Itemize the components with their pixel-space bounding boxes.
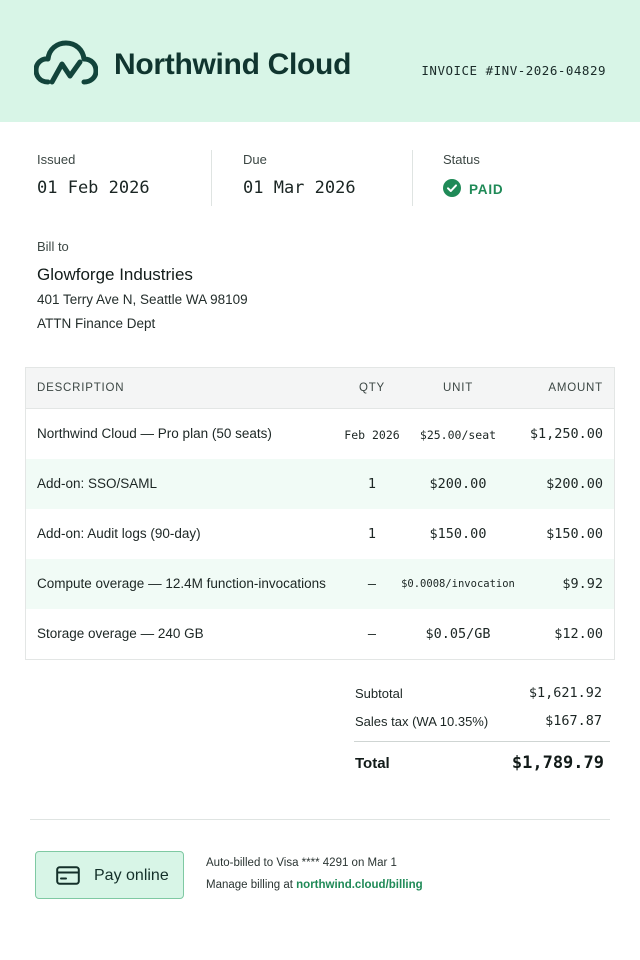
divider bbox=[412, 150, 413, 206]
invoice-header: Northwind Cloud INVOICE #INV-2026-04829 bbox=[0, 0, 640, 122]
issued-date: 01 Feb 2026 bbox=[37, 178, 150, 198]
row-description: Add-on: Audit logs (90-day) bbox=[37, 526, 201, 541]
status-label: Status bbox=[443, 152, 480, 167]
pay-online-label: Pay online bbox=[94, 867, 169, 884]
due-label: Due bbox=[243, 152, 267, 167]
row-amount: $1,250.00 bbox=[529, 426, 603, 442]
row-unit-price: $25.00/seat bbox=[419, 428, 497, 442]
invoice-number: INVOICE #INV-2026-04829 bbox=[421, 63, 606, 78]
status-badge: PAID bbox=[469, 182, 504, 197]
table-row: Add-on: SSO/SAML 1 $200.00 $200.00 bbox=[26, 459, 614, 509]
tax-label: Sales tax (WA 10.35%) bbox=[355, 714, 489, 729]
row-unit-price: $150.00 bbox=[429, 526, 487, 542]
billing-portal-link[interactable]: northwind.cloud/billing bbox=[296, 879, 422, 891]
manage-billing-note: Manage billing at northwind.cloud/billin… bbox=[206, 879, 423, 891]
table-row: Add-on: Audit logs (90-day) 1 $150.00 $1… bbox=[26, 509, 614, 559]
column-header-amount: AMOUNT bbox=[548, 382, 603, 394]
total-value: $1,789.79 bbox=[511, 753, 604, 773]
totals-divider bbox=[354, 741, 610, 742]
row-description: Northwind Cloud — Pro plan (50 seats) bbox=[37, 426, 272, 441]
footer-divider bbox=[30, 819, 610, 820]
row-amount: $9.92 bbox=[562, 576, 603, 592]
check-circle-icon bbox=[443, 179, 461, 197]
divider bbox=[211, 150, 212, 206]
table-header: DESCRIPTION QTY UNIT AMOUNT bbox=[26, 368, 614, 409]
row-description: Add-on: SSO/SAML bbox=[37, 476, 158, 491]
subtotal-label: Subtotal bbox=[355, 686, 403, 701]
brand-name: Northwind Cloud bbox=[114, 48, 352, 81]
due-date: 01 Mar 2026 bbox=[243, 178, 356, 198]
credit-card-icon bbox=[56, 866, 80, 885]
column-header-description: DESCRIPTION bbox=[37, 382, 125, 394]
bill-to-company: Glowforge Industries bbox=[37, 265, 193, 284]
table-row: Compute overage — 12.4M function-invocat… bbox=[26, 559, 614, 609]
bill-to-label: Bill to bbox=[37, 239, 69, 254]
subtotal-value: $1,621.92 bbox=[528, 685, 602, 701]
pay-online-button[interactable]: Pay online bbox=[35, 851, 184, 899]
table-row: Storage overage — 240 GB — $0.05/GB $12.… bbox=[26, 609, 614, 659]
row-description: Storage overage — 240 GB bbox=[37, 626, 204, 641]
column-header-unit: UNIT bbox=[442, 382, 474, 394]
autobill-note: Auto-billed to Visa **** 4291 on Mar 1 bbox=[206, 857, 397, 869]
row-amount: $12.00 bbox=[554, 626, 603, 642]
row-unit-price: $200.00 bbox=[429, 476, 487, 492]
table-row: Northwind Cloud — Pro plan (50 seats) Fe… bbox=[26, 409, 614, 459]
bill-to-address: 401 Terry Ave N, Seattle WA 98109 bbox=[37, 292, 248, 307]
row-amount: $150.00 bbox=[546, 526, 603, 542]
row-amount: $200.00 bbox=[546, 476, 603, 492]
bill-to-attn: ATTN Finance Dept bbox=[37, 316, 156, 331]
cloud-wave-icon bbox=[34, 40, 98, 85]
row-description: Compute overage — 12.4M function-invocat… bbox=[37, 576, 326, 591]
total-label: Total bbox=[355, 755, 390, 772]
row-unit-price: $0.0008/invocation bbox=[401, 578, 515, 590]
tax-value: $167.87 bbox=[545, 713, 602, 729]
issued-label: Issued bbox=[37, 152, 76, 167]
row-unit-price: $0.05/GB bbox=[425, 626, 491, 642]
manage-billing-prefix: Manage billing at bbox=[206, 879, 293, 891]
line-items-table: DESCRIPTION QTY UNIT AMOUNT Northwind Cl… bbox=[25, 367, 615, 660]
